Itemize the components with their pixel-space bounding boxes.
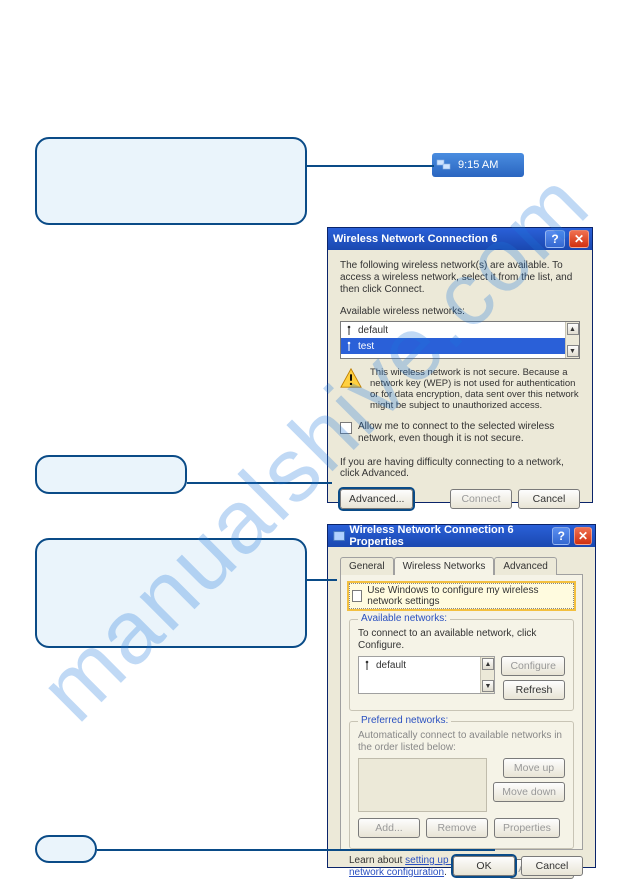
scroll-up[interactable]: ▲ <box>567 323 579 335</box>
scrollbar[interactable]: ▲ ▼ <box>565 322 579 358</box>
antenna-icon <box>345 341 353 351</box>
connection-icon <box>333 529 345 543</box>
remove-button[interactable]: Remove <box>426 818 488 838</box>
ok-button[interactable]: OK <box>453 856 515 876</box>
close-button[interactable]: ✕ <box>569 230 589 248</box>
refresh-button[interactable]: Refresh <box>503 680 565 700</box>
network-listbox[interactable]: default test ▲ ▼ <box>340 321 580 359</box>
wireless-connection-dialog: Wireless Network Connection 6 ? ✕ The fo… <box>327 227 593 503</box>
allow-label: Allow me to connect to the selected wire… <box>358 421 580 445</box>
antenna-icon <box>363 660 371 670</box>
properties-button[interactable]: Properties <box>494 818 560 838</box>
callout-line-4 <box>97 849 495 851</box>
cancel-button[interactable]: Cancel <box>521 856 583 876</box>
system-tray: 9:15 AM <box>432 153 524 177</box>
antenna-icon <box>345 325 353 335</box>
callout-box-1 <box>35 137 307 225</box>
scroll-down[interactable]: ▼ <box>482 680 494 692</box>
help-button[interactable]: ? <box>545 230 565 248</box>
titlebar: Wireless Network Connection 6 Properties… <box>328 525 595 547</box>
network-name: test <box>358 341 374 352</box>
add-button[interactable]: Add... <box>358 818 420 838</box>
scroll-up[interactable]: ▲ <box>482 658 494 670</box>
network-tray-icon[interactable] <box>436 157 452 173</box>
close-button[interactable]: ✕ <box>574 527 592 545</box>
use-windows-checkbox[interactable] <box>352 590 362 602</box>
network-item[interactable]: default <box>341 322 565 338</box>
help-button[interactable]: ? <box>552 527 570 545</box>
available-item[interactable]: default <box>376 660 406 671</box>
preferred-listbox[interactable] <box>358 758 487 812</box>
group-legend: Preferred networks: <box>358 715 451 726</box>
use-windows-row[interactable]: Use Windows to configure my wireless net… <box>349 583 574 609</box>
callout-line-3 <box>307 579 337 581</box>
preferred-networks-group: Preferred networks: Automatically connec… <box>349 721 574 849</box>
tab-panel: Use Windows to configure my wireless net… <box>340 574 583 850</box>
available-networks-group: Available networks: To connect to an ava… <box>349 619 574 711</box>
warning-text: This wireless network is not secure. Bec… <box>370 367 580 411</box>
group-legend: Available networks: <box>358 613 450 624</box>
callout-box-4 <box>35 835 97 863</box>
available-label: Available wireless networks: <box>340 306 580 317</box>
advanced-button[interactable]: Advanced... <box>340 489 413 509</box>
titlebar-text: Wireless Network Connection 6 <box>333 233 497 245</box>
callout-line-1 <box>307 165 434 167</box>
use-windows-label: Use Windows to configure my wireless net… <box>367 585 571 607</box>
connect-button[interactable]: Connect <box>450 489 512 509</box>
configure-button[interactable]: Configure <box>501 656 565 676</box>
titlebar-text: Wireless Network Connection 6 Properties <box>349 524 544 548</box>
available-listbox[interactable]: default ▲ ▼ <box>358 656 495 694</box>
difficulty-text: If you are having difficulty connecting … <box>340 457 580 479</box>
cancel-button[interactable]: Cancel <box>518 489 580 509</box>
network-name: default <box>358 325 388 336</box>
callout-line-2 <box>187 482 332 484</box>
tab-general[interactable]: General <box>340 557 394 575</box>
wireless-properties-dialog: Wireless Network Connection 6 Properties… <box>327 524 596 868</box>
network-item-selected[interactable]: test <box>341 338 565 354</box>
scrollbar[interactable]: ▲ ▼ <box>480 657 494 693</box>
scroll-down[interactable]: ▼ <box>567 345 579 357</box>
group-hint: To connect to an available network, clic… <box>358 628 565 652</box>
allow-checkbox[interactable] <box>340 422 352 434</box>
titlebar: Wireless Network Connection 6 ? ✕ <box>328 228 592 250</box>
intro-text: The following wireless network(s) are av… <box>340 260 580 296</box>
tray-clock: 9:15 AM <box>458 159 498 171</box>
moveup-button[interactable]: Move up <box>503 758 565 778</box>
callout-box-3 <box>35 538 307 648</box>
group-hint: Automatically connect to available netwo… <box>358 730 565 754</box>
movedown-button[interactable]: Move down <box>493 782 565 802</box>
tab-wireless-networks[interactable]: Wireless Networks <box>394 557 495 575</box>
warning-icon <box>340 367 362 389</box>
tab-advanced[interactable]: Advanced <box>494 557 556 575</box>
tab-bar: General Wireless Networks Advanced <box>340 557 583 575</box>
callout-box-2 <box>35 455 187 494</box>
